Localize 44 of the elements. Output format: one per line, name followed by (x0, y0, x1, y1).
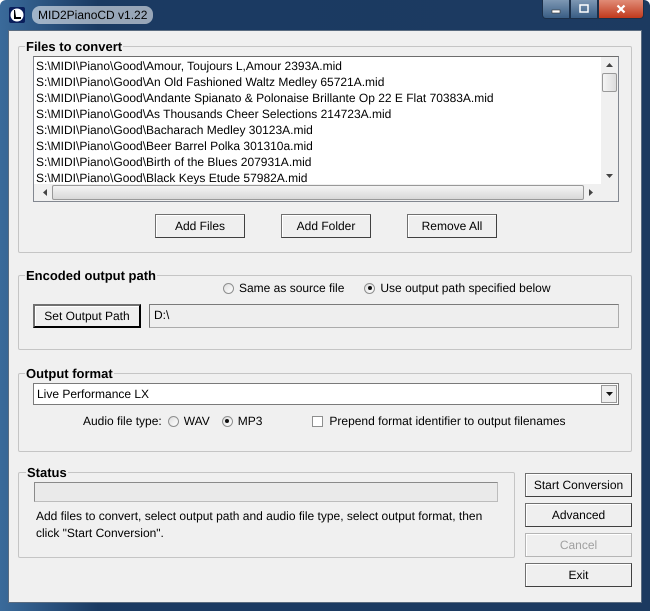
file-list-item[interactable]: S:\MIDI\Piano\Good\Amour, Toujours L,Amour 2393A.mid (36, 58, 599, 74)
group-title: Status (26, 465, 68, 480)
file-list-item[interactable]: S:\MIDI\Piano\Good\Birth of the Blues 207931A.mid (36, 154, 599, 170)
minimize-button[interactable] (542, 0, 570, 19)
start-conversion-button[interactable]: Start Conversion (525, 473, 632, 497)
window-title: MID2PianoCD v1.22 (32, 6, 154, 24)
advanced-button[interactable]: Advanced (525, 503, 632, 527)
prepend-checkbox[interactable]: Prepend format identifier to output filenames (312, 414, 566, 428)
remove-all-button[interactable]: Remove All (407, 214, 497, 238)
add-folder-button[interactable]: Add Folder (281, 214, 371, 238)
radio-button[interactable]: MP3 (222, 414, 262, 428)
file-list-item[interactable]: S:\MIDI\Piano\Good\Beer Barrel Polka 301310a.mid (36, 138, 599, 154)
scroll-right-icon[interactable] (589, 189, 593, 196)
set-output-path-button[interactable]: Set Output Path (33, 304, 141, 328)
file-list-item[interactable]: S:\MIDI\Piano\Good\As Thousands Cheer Selections 214723A.mid (36, 106, 599, 122)
scroll-down-icon[interactable] (606, 174, 613, 178)
audio-type-label: Audio file type: (83, 414, 162, 428)
file-list-item[interactable]: S:\MIDI\Piano\Good\Bacharach Medley 30123A.mid (36, 122, 599, 138)
file-list-item[interactable]: S:\MIDI\Piano\Good\Andante Spianato & Polonaise Brillante Op 22 E Flat 70383A.mid (36, 90, 599, 106)
piano-icon (9, 7, 25, 23)
format-dropdown[interactable]: Live Performance LX (33, 383, 619, 405)
close-icon (616, 4, 626, 14)
group-title: Files to convert (25, 39, 124, 54)
file-list-item[interactable]: S:\MIDI\Piano\Good\Black Keys Etude 57982A.mid (36, 170, 599, 186)
maximize-icon (579, 4, 589, 14)
vertical-scrollbar[interactable] (601, 57, 618, 184)
file-list[interactable] (33, 56, 619, 202)
radio-button[interactable]: Same as source file (223, 281, 344, 295)
radio-button[interactable]: Use output path specified below (364, 281, 550, 295)
exit-button[interactable]: Exit (525, 563, 632, 587)
scroll-up-icon[interactable] (606, 63, 613, 67)
output-path-field[interactable]: D:\ (149, 304, 619, 328)
group-title: Encoded output path (25, 268, 157, 283)
scroll-thumb[interactable] (602, 73, 617, 92)
radio-button[interactable]: WAV (168, 414, 210, 428)
maximize-button[interactable] (570, 0, 598, 19)
add-files-button[interactable]: Add Files (155, 214, 245, 238)
file-list-item[interactable]: S:\MIDI\Piano\Good\An Old Fashioned Waltz Medley 65721A.mid (36, 74, 599, 90)
group-title: Output format (25, 366, 114, 381)
close-button[interactable] (598, 0, 644, 19)
scroll-left-icon[interactable] (43, 189, 47, 196)
status-message: Add files to convert, select output path and audio file type, select output format, then click "Start Conversion". (35, 508, 484, 542)
horizontal-scrollbar[interactable] (34, 184, 618, 201)
scroll-thumb[interactable] (52, 185, 584, 200)
